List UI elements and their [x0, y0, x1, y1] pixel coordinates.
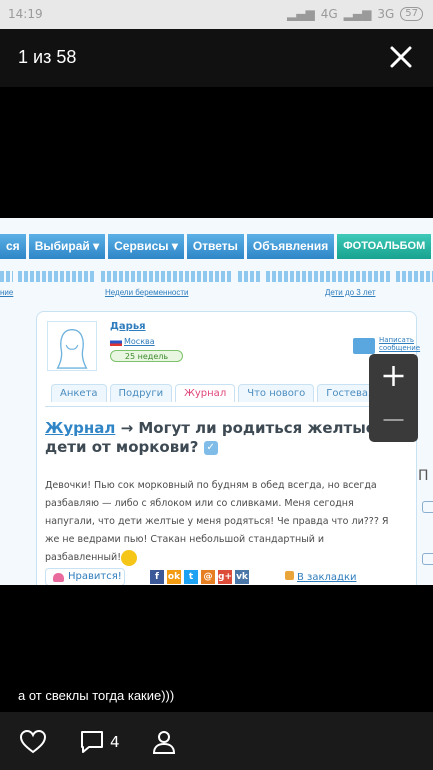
- avatar: [47, 321, 97, 371]
- bookmark-link: В закладки: [285, 571, 357, 583]
- viewer-header: 1 из 58: [0, 29, 433, 87]
- smiley-icon: [121, 549, 138, 566]
- comments-count: 4: [110, 733, 120, 751]
- nav-item: Выбирай ▾: [28, 234, 106, 259]
- post-title-link: Журнал: [45, 419, 116, 437]
- russia-flag-icon: [110, 337, 122, 346]
- tab-anketa: Анкета: [51, 384, 107, 402]
- nav-item: Объявления: [246, 234, 335, 259]
- odnoklassniki-icon: ok: [167, 570, 181, 584]
- like-button: Нравится!: [45, 568, 125, 585]
- post-actions: Нравится! f ok t @ g+ vk В закладки: [45, 568, 410, 585]
- zoom-controls: [369, 354, 418, 442]
- social-share: f ok t @ g+ vk: [150, 570, 249, 584]
- nav-item: Ответы: [186, 234, 244, 259]
- close-icon[interactable]: [387, 43, 415, 71]
- vk-icon: vk: [235, 570, 249, 584]
- signal-icon: ▂▄▆: [287, 7, 315, 21]
- network-4g: 4G: [320, 7, 338, 21]
- googleplus-icon: g+: [218, 570, 232, 584]
- twitter-icon: t: [184, 570, 198, 584]
- status-indicators: ▂▄▆ 4G ▂▄▆ 3G 57: [287, 7, 423, 21]
- person-icon[interactable]: [151, 729, 177, 755]
- envelope-icon: [353, 338, 375, 354]
- week-link-pregnancy: Недели беременности: [105, 288, 189, 297]
- battery-indicator: 57: [400, 7, 423, 21]
- week-link-left: ние: [0, 288, 14, 297]
- user-city: Москва: [110, 337, 155, 346]
- tab-friends: Подруги: [109, 384, 173, 402]
- tab-journal: Журнал: [175, 384, 236, 402]
- sidebar-heading-fragment: П: [418, 468, 429, 484]
- mailru-icon: @: [201, 570, 215, 584]
- bookmark-icon: [285, 571, 294, 580]
- profile-tabs: Анкета Подруги Журнал Что нового Гостева…: [51, 384, 383, 402]
- like-label: Нравится!: [68, 571, 122, 582]
- heart-icon: [53, 573, 64, 582]
- journal-card: Дарья Москва 25 недель Написать сообщени…: [36, 311, 420, 585]
- post-body-text: Девочки! Пью сок морковный по будням в о…: [45, 480, 389, 563]
- nav-item-photoalbum: ФОТОАЛЬБОМ: [337, 234, 432, 259]
- week-link-kids: Дети до 3 лет: [325, 288, 376, 297]
- facebook-icon: f: [150, 570, 164, 584]
- tabs-divider: [45, 406, 408, 407]
- status-time: 14:19: [8, 7, 43, 21]
- sidebar-widget: [422, 553, 433, 565]
- photo-caption: а от свеклы тогда какие))): [18, 688, 175, 703]
- checkmark-icon: ✓: [203, 440, 218, 455]
- nav-item: Сервисы ▾: [108, 234, 184, 259]
- action-bar: 4: [0, 712, 433, 770]
- tab-whats-new: Что нового: [238, 384, 315, 402]
- status-bar: 14:19 ▂▄▆ 4G ▂▄▆ 3G 57: [0, 0, 433, 29]
- heart-like-icon[interactable]: [19, 729, 47, 755]
- post-body: Девочки! Пью сок морковный по будням в о…: [45, 477, 397, 567]
- write-message-label: Написать сообщение: [379, 336, 421, 352]
- bookmark-label: В закладки: [297, 572, 357, 583]
- nav-item: ся: [0, 234, 26, 259]
- weeks-progress-strip: [0, 271, 433, 285]
- user-name: Дарья: [110, 321, 146, 332]
- comment-icon[interactable]: [79, 729, 105, 755]
- photo-counter: 1 из 58: [18, 47, 77, 67]
- sidebar-widget: [422, 501, 433, 513]
- pregnancy-weeks-badge: 25 недель: [110, 350, 183, 362]
- zoom-out-icon[interactable]: [369, 398, 418, 442]
- signal-icon-2: ▂▄▆: [343, 7, 372, 21]
- site-nav: ся Выбирай ▾ Сервисы ▾ Ответы Объявления…: [0, 234, 433, 259]
- zoom-in-icon[interactable]: [369, 354, 418, 398]
- post-title: Журнал → Могут ли родиться желтые дети о…: [45, 419, 390, 457]
- network-3g: 3G: [377, 7, 395, 21]
- user-city-label: Москва: [124, 337, 155, 346]
